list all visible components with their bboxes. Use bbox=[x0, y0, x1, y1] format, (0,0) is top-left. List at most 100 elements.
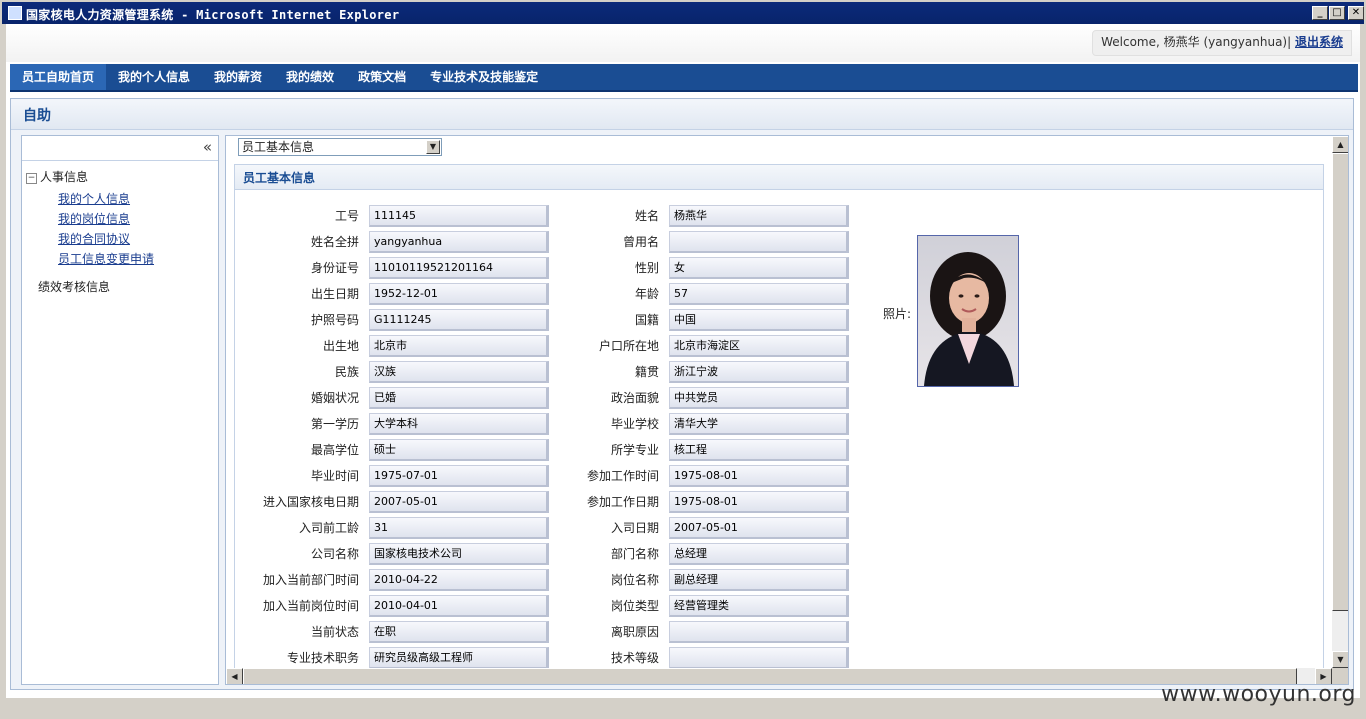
field-value[interactable]: 1975-08-01 bbox=[669, 465, 849, 487]
field-label: 离职原因 bbox=[610, 625, 659, 639]
welcome-text: Welcome, 杨燕华 (yangyanhua)| bbox=[1101, 35, 1292, 49]
panel-title: 自助 bbox=[23, 108, 51, 124]
field-label: 第一学历 bbox=[310, 417, 359, 431]
sidebar-group[interactable]: − 人事信息 bbox=[26, 168, 88, 185]
info-type-select[interactable]: 员工基本信息 ▼ bbox=[238, 138, 442, 156]
window-frame-left bbox=[0, 24, 6, 719]
vertical-scroll-thumb[interactable] bbox=[1332, 153, 1348, 611]
field-label: 加入当前部门时间 bbox=[262, 573, 359, 587]
horizontal-scroll-thumb[interactable] bbox=[243, 668, 1297, 684]
field-label: 性别 bbox=[634, 261, 659, 275]
sidebar-link[interactable]: 员工信息变更申请 bbox=[58, 250, 154, 267]
main-nav: 员工自助首页 我的个人信息 我的薪资 我的绩效 政策文档 专业技术及技能鉴定 bbox=[10, 64, 1358, 92]
sidebar-group[interactable]: 绩效考核信息 bbox=[26, 278, 110, 295]
field-label: 入司日期 bbox=[610, 521, 659, 535]
section-title: 员工基本信息 bbox=[243, 171, 316, 185]
field-value[interactable]: 中国 bbox=[669, 309, 849, 331]
field-value[interactable]: 57 bbox=[669, 283, 849, 305]
field-value[interactable]: 核工程 bbox=[669, 439, 849, 461]
field-label: 最高学位 bbox=[310, 443, 359, 457]
nav-item[interactable]: 政策文档 bbox=[346, 64, 418, 90]
maximize-button[interactable]: □ bbox=[1329, 6, 1345, 20]
field-value[interactable]: 1975-08-01 bbox=[669, 491, 849, 513]
sidebar-group-label: 人事信息 bbox=[40, 170, 89, 184]
employee-photo bbox=[917, 235, 1019, 387]
nav-item[interactable]: 我的薪资 bbox=[202, 64, 274, 90]
close-button[interactable]: ✕ bbox=[1348, 6, 1364, 20]
sidebar-link[interactable]: 我的岗位信息 bbox=[58, 210, 130, 227]
scroll-down-icon[interactable]: ▼ bbox=[1332, 651, 1348, 668]
panel-header: 自助 bbox=[11, 99, 1353, 130]
photo-label: 照片: bbox=[883, 307, 912, 321]
field-value[interactable]: 浙江宁波 bbox=[669, 361, 849, 383]
collapse-tree-icon[interactable]: − bbox=[26, 173, 37, 184]
field-value[interactable]: 经营管理类 bbox=[669, 595, 849, 617]
field-value[interactable] bbox=[669, 621, 849, 643]
field-label: 政治面貌 bbox=[610, 391, 659, 405]
self-service-panel: 自助 « − 人事信息我的个人信息 我的岗位信息 我的合同协议员工信息变更申请绩效考核… bbox=[10, 98, 1354, 690]
collapse-icon[interactable]: « bbox=[203, 138, 212, 156]
field-label: 出生地 bbox=[322, 339, 359, 353]
field-value[interactable] bbox=[669, 231, 849, 253]
field-value[interactable]: 中共党员 bbox=[669, 387, 849, 409]
vertical-scrollbar[interactable]: ▲ ▼ bbox=[1332, 136, 1348, 668]
window-frame-right bbox=[1360, 24, 1366, 719]
field-label: 籍贯 bbox=[634, 365, 659, 379]
nav-item[interactable]: 员工自助首页 bbox=[10, 64, 107, 90]
field-label: 婚姻状况 bbox=[310, 391, 359, 405]
content-area: 员工基本信息 ▼ 员工基本信息 照片: 工号 111145 姓名全拼 yangy… bbox=[225, 135, 1349, 685]
field-value[interactable]: 总经理 bbox=[669, 543, 849, 565]
field-label: 出生日期 bbox=[310, 287, 359, 301]
field-label: 户口所在地 bbox=[598, 339, 659, 353]
field-value[interactable]: 2007-05-01 bbox=[669, 517, 849, 539]
field-value[interactable] bbox=[669, 647, 849, 669]
scroll-up-icon[interactable]: ▲ bbox=[1332, 136, 1348, 153]
field-label: 专业技术职务 bbox=[286, 651, 359, 665]
field-label: 毕业时间 bbox=[310, 469, 359, 483]
portrait-image bbox=[924, 252, 1014, 386]
field-label: 部门名称 bbox=[610, 547, 659, 561]
field-label: 工号 bbox=[334, 209, 359, 223]
sidebar: « − 人事信息我的个人信息 我的岗位信息 我的合同协议员工信息变更申请绩效考核信息 bbox=[21, 135, 219, 685]
scroll-left-icon[interactable]: ◀ bbox=[226, 668, 243, 684]
field-label: 身份证号 bbox=[310, 261, 359, 275]
field-label: 护照号码 bbox=[310, 313, 359, 327]
field-label: 所学专业 bbox=[610, 443, 659, 457]
field-label: 进入国家核电日期 bbox=[262, 495, 359, 509]
field-label: 参加工作时间 bbox=[586, 469, 659, 483]
field-label: 加入当前岗位时间 bbox=[262, 599, 359, 613]
dropdown-arrow-icon[interactable]: ▼ bbox=[426, 140, 440, 154]
field-label: 当前状态 bbox=[310, 625, 359, 639]
select-value: 员工基本信息 bbox=[242, 140, 315, 154]
field-label: 姓名 bbox=[634, 209, 659, 223]
field-label: 姓名全拼 bbox=[310, 235, 359, 249]
status-bar bbox=[6, 697, 1360, 714]
field-value[interactable]: 女 bbox=[669, 257, 849, 279]
field-label: 入司前工龄 bbox=[298, 521, 359, 535]
logout-link[interactable]: 退出系统 bbox=[1295, 35, 1343, 49]
field-label: 岗位名称 bbox=[610, 573, 659, 587]
sidebar-link[interactable]: 我的个人信息 bbox=[58, 190, 130, 207]
ie-icon bbox=[8, 6, 22, 20]
field-label: 公司名称 bbox=[310, 547, 359, 561]
minimize-button[interactable]: _ bbox=[1312, 6, 1328, 20]
field-label: 参加工作日期 bbox=[586, 495, 659, 509]
nav-item[interactable]: 我的绩效 bbox=[274, 64, 346, 90]
window-title: 国家核电人力资源管理系统 - Microsoft Internet Explor… bbox=[26, 8, 400, 22]
nav-item[interactable]: 专业技术及技能鉴定 bbox=[418, 64, 550, 90]
sidebar-group-label: 绩效考核信息 bbox=[38, 280, 111, 294]
field-label: 岗位类型 bbox=[610, 599, 659, 613]
field-value[interactable]: 杨燕华 bbox=[669, 205, 849, 227]
welcome-bar: Welcome, 杨燕华 (yangyanhua)| 退出系统 bbox=[1092, 30, 1352, 56]
field-value[interactable]: 清华大学 bbox=[669, 413, 849, 435]
nav-item[interactable]: 我的个人信息 bbox=[106, 64, 202, 90]
field-label: 年龄 bbox=[634, 287, 659, 301]
field-label: 技术等级 bbox=[610, 651, 659, 665]
field-label: 民族 bbox=[334, 365, 359, 379]
section-header: 员工基本信息 bbox=[235, 165, 1323, 190]
field-value[interactable]: 副总经理 bbox=[669, 569, 849, 591]
field-value[interactable]: 北京市海淀区 bbox=[669, 335, 849, 357]
sidebar-link[interactable]: 我的合同协议 bbox=[58, 230, 130, 247]
field-label: 曾用名 bbox=[622, 235, 659, 249]
watermark: www.wooyun.org bbox=[1161, 682, 1356, 707]
